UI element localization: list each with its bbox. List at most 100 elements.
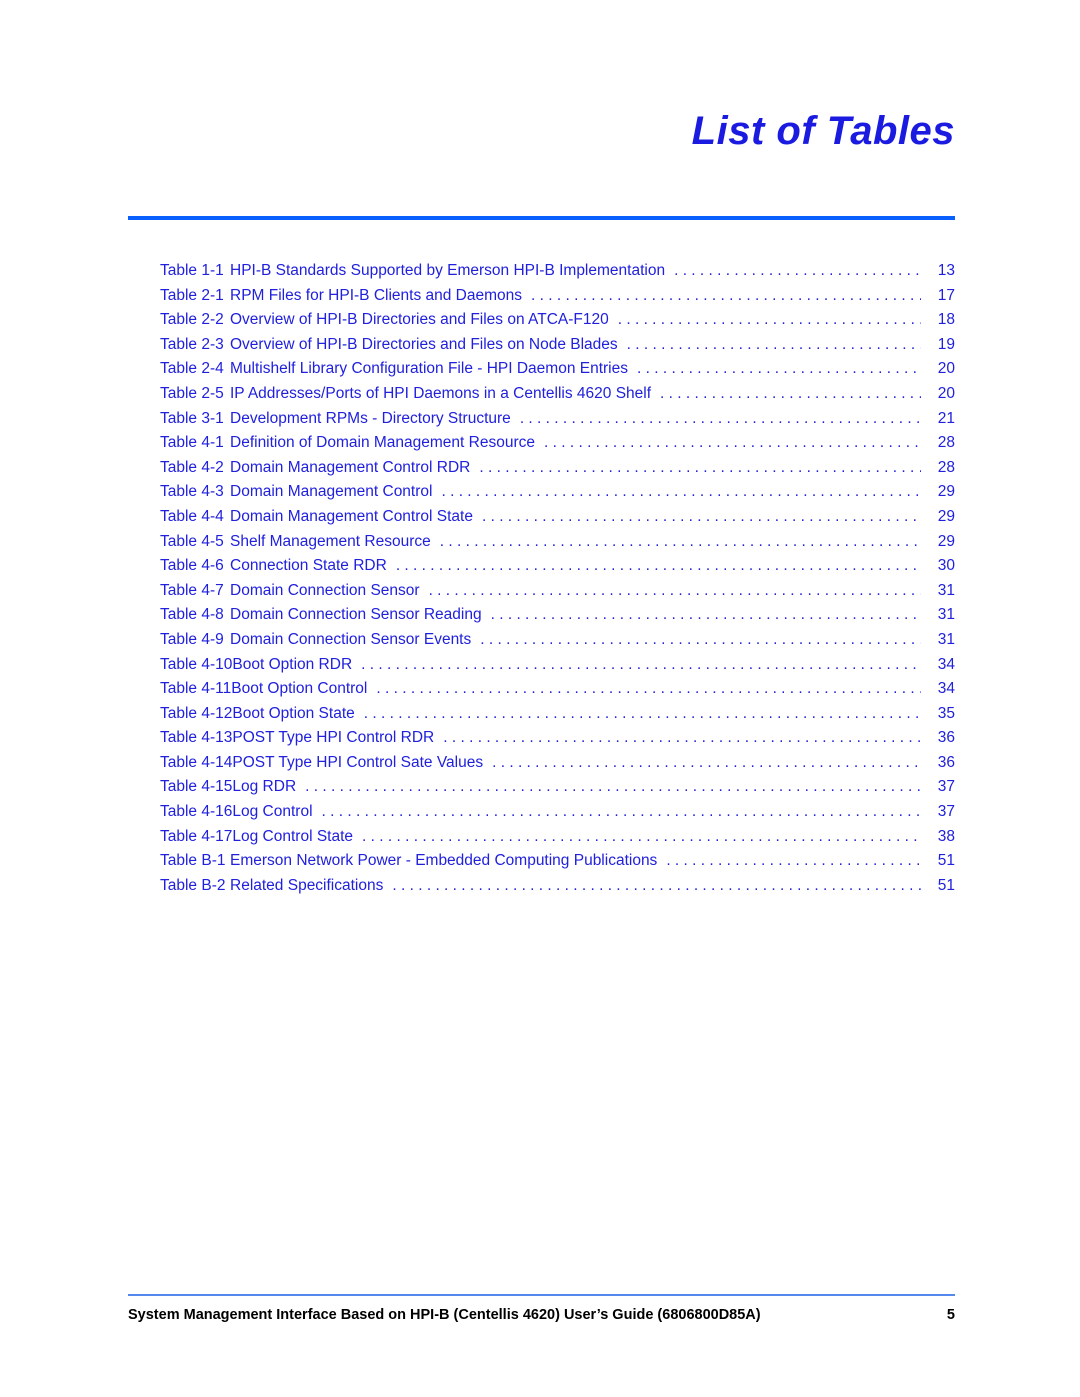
toc-dot-leader	[396, 557, 921, 573]
document-page: List of Tables Table 1-1 HPI-B Standards …	[0, 0, 1080, 1397]
toc-entry-page-number: 21	[937, 409, 955, 427]
toc-entry[interactable]: Table 2-4 Multishelf Library Configuratio…	[128, 360, 955, 385]
toc-entry-title: Emerson Network Power - Embedded Computi…	[230, 852, 658, 870]
toc-entry[interactable]: Table 4-17Log Control State 38	[128, 828, 955, 853]
page-footer: System Management Interface Based on HPI…	[128, 1307, 955, 1323]
toc-entry[interactable]: Table 4-7 Domain Connection Sensor 31	[128, 582, 955, 607]
toc-entry-page-number: 31	[937, 630, 955, 648]
toc-entry-label: Table 4-13	[160, 729, 233, 747]
toc-entry-title: Shelf Management Resource	[230, 532, 431, 550]
toc-entry-title: IP Addresses/Ports of HPI Daemons in a C…	[230, 384, 652, 402]
toc-entry[interactable]: Table 4-9 Domain Connection Sensor Events…	[128, 631, 955, 656]
toc-entry[interactable]: Table 2-1 RPM Files for HPI-B Clients and…	[128, 287, 955, 312]
toc-entry-title: Boot Option RDR	[232, 655, 353, 673]
toc-entry[interactable]: Table 2-3 Overview of HPI-B Directories a…	[128, 336, 955, 361]
toc-entry-label: Table 2-2	[160, 311, 224, 329]
toc-dot-leader	[666, 852, 921, 868]
toc-entry-page-number: 38	[937, 827, 955, 845]
toc-entry[interactable]: Table 4-15Log RDR 37	[128, 778, 955, 803]
toc-dot-leader	[440, 533, 921, 549]
toc-dot-leader	[637, 360, 921, 376]
toc-entry-title: Log Control	[232, 803, 313, 821]
toc-dot-leader	[364, 705, 921, 721]
toc-entry-label: Table 4-11	[160, 680, 232, 698]
toc-entry-label: Table B-1	[160, 852, 226, 870]
toc-entry-title: Boot Option State	[232, 704, 355, 722]
toc-dot-leader	[322, 803, 921, 819]
toc-dot-leader	[479, 459, 921, 475]
toc-entry-title: Log RDR	[232, 778, 297, 796]
toc-entry-title: POST Type HPI Control RDR	[232, 729, 435, 747]
toc-dot-leader	[520, 410, 921, 426]
toc-entry-page-number: 31	[937, 606, 955, 624]
toc-entry[interactable]: Table 4-16Log Control 37	[128, 803, 955, 828]
toc-entry[interactable]: Table 2-2 Overview of HPI-B Directories a…	[128, 311, 955, 336]
toc-entry-page-number: 30	[937, 557, 955, 575]
toc-entry[interactable]: Table 4-4 Domain Management Control State…	[128, 508, 955, 533]
toc-dot-leader	[392, 877, 921, 893]
toc-entry-page-number: 29	[937, 507, 955, 525]
toc-entry-page-number: 28	[937, 434, 955, 452]
toc-entry-label: Table 4-8	[160, 606, 224, 624]
toc-entry-title: Boot Option Control	[231, 680, 368, 698]
toc-entry-label: Table 4-9	[160, 630, 224, 648]
toc-entry[interactable]: Table 4-5 Shelf Management Resource 29	[128, 533, 955, 558]
toc-entry-title: Overview of HPI-B Directories and Files …	[230, 335, 618, 353]
toc-dot-leader	[480, 631, 921, 647]
toc-dot-leader	[376, 680, 921, 696]
toc-entry-title: Domain Connection Sensor Events	[230, 630, 472, 648]
toc-entry-page-number: 18	[937, 311, 955, 329]
toc-dot-leader	[305, 778, 921, 794]
footer-page-number: 5	[946, 1307, 955, 1323]
toc-entry[interactable]: Table 4-14 POST Type HPI Control Sate Val…	[128, 754, 955, 779]
toc-entry-label: Table 4-1	[160, 434, 224, 452]
toc-entry-label: Table 4-15	[160, 778, 233, 796]
toc-dot-leader	[429, 582, 921, 598]
toc-dot-leader	[618, 311, 921, 327]
page-title: List of Tables	[691, 109, 955, 153]
toc-entry-label: Table 2-5	[160, 384, 224, 402]
toc-dot-leader	[362, 828, 921, 844]
toc-entry[interactable]: Table 4-10Boot Option RDR 34	[128, 656, 955, 681]
toc-entry[interactable]: Table 4-2 Domain Management Control RDR 28	[128, 459, 955, 484]
toc-entry-page-number: 19	[937, 335, 955, 353]
toc-entry[interactable]: Table 2-5 IP Addresses/Ports of HPI Daemo…	[128, 385, 955, 410]
toc-dot-leader	[441, 483, 921, 499]
toc-entry-label: Table 4-10	[160, 655, 233, 673]
toc-entry-title: Domain Connection Sensor Reading	[230, 606, 482, 624]
toc-entry-page-number: 20	[937, 360, 955, 378]
toc-entry-label: Table 4-12	[160, 704, 233, 722]
footer-divider	[128, 1294, 955, 1296]
toc-entry[interactable]: Table 1-1 HPI-B Standards Supported by Em…	[128, 262, 955, 287]
toc-entry-page-number: 31	[937, 581, 955, 599]
toc-entry-page-number: 13	[937, 262, 955, 279]
toc-entry[interactable]: Table 4-8 Domain Connection Sensor Readin…	[128, 606, 955, 631]
toc-entry-title: HPI-B Standards Supported by Emerson HPI…	[230, 262, 666, 279]
toc-entry[interactable]: Table B-2Related Specifications 51	[128, 877, 955, 902]
toc-entry-title: Development RPMs - Directory Structure	[230, 409, 511, 427]
toc-entry-title: Log Control State	[232, 827, 354, 845]
toc-entry-label: Table 4-2	[160, 458, 224, 476]
toc-dot-leader	[531, 287, 921, 303]
toc-entry[interactable]: Table 4-6 Connection State RDR 30	[128, 557, 955, 582]
toc-dot-leader	[482, 508, 921, 524]
toc-entry-page-number: 35	[937, 704, 955, 722]
toc-entry-page-number: 36	[937, 753, 955, 771]
toc-dot-leader	[443, 729, 921, 745]
toc-entry[interactable]: Table 4-1 Definition of Domain Management…	[128, 434, 955, 459]
toc-entry-page-number: 29	[937, 532, 955, 550]
toc-dot-leader	[660, 385, 921, 401]
toc-entry[interactable]: Table 3-1 Development RPMs - Directory St…	[128, 410, 955, 435]
toc-entry-title: POST Type HPI Control Sate Values	[232, 753, 484, 771]
toc-entry[interactable]: Table 4-3 Domain Management Control 29	[128, 483, 955, 508]
toc-entry-title: Connection State RDR	[230, 557, 387, 575]
toc-entry[interactable]: Table 4-12Boot Option State 35	[128, 705, 955, 730]
toc-entry-label: Table 4-5	[160, 532, 224, 550]
toc-dot-leader	[492, 754, 921, 770]
toc-entry-label: Table 1-1	[160, 262, 224, 279]
toc-entry[interactable]: Table 4-11Boot Option Control 34	[128, 680, 955, 705]
toc-entry[interactable]: Table 4-13POST Type HPI Control RDR 36	[128, 729, 955, 754]
toc-entry-title: Overview of HPI-B Directories and Files …	[230, 311, 609, 329]
toc-entry[interactable]: Table B-1 Emerson Network Power - Embedde…	[128, 852, 955, 877]
toc-dot-leader	[544, 434, 921, 450]
